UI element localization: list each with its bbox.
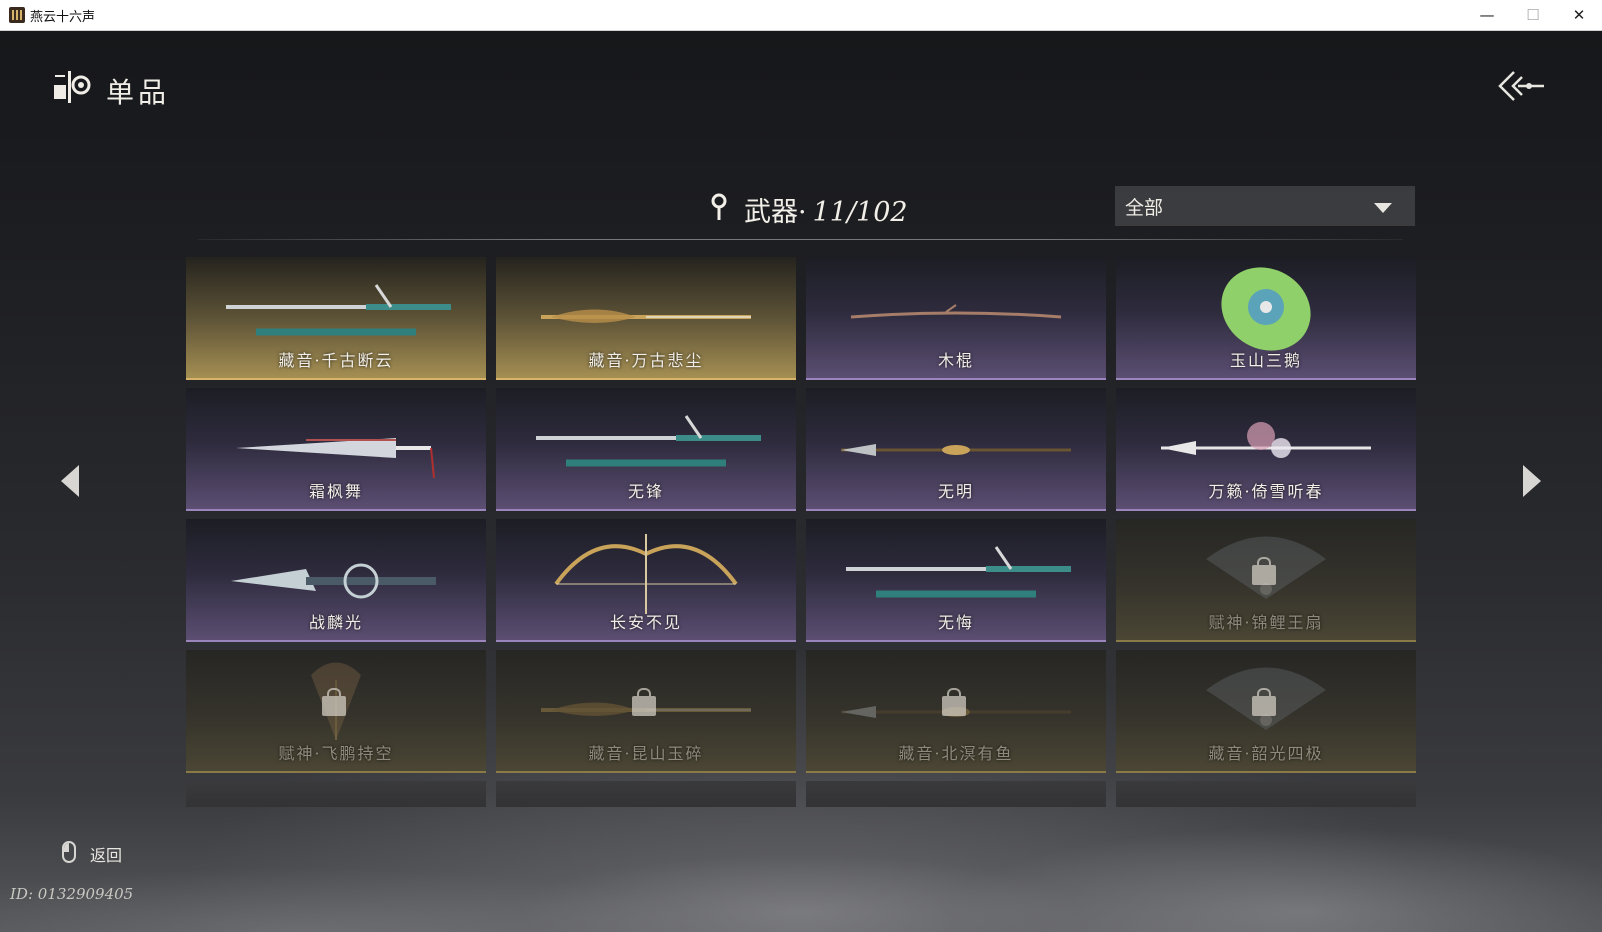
item-name: 无锋 [627,482,664,501]
item-card[interactable]: 无悔 [806,519,1106,642]
category-divider [198,239,1403,240]
arrow-left-icon[interactable] [61,465,79,497]
weapon-image [536,415,761,467]
lock-icon [942,688,966,716]
lock-icon [322,688,346,716]
item-name: 玉山三鹅 [1229,351,1302,370]
arrow-right-icon[interactable] [1523,465,1541,497]
item-card[interactable]: 无明 [806,388,1106,511]
app-icon [9,7,25,23]
lock-icon [632,688,656,716]
item-card[interactable]: 万籁·倚雪听春 [1116,388,1416,511]
item-name: 赋神·锦鲤王扇 [1208,613,1324,632]
weapon-image [846,546,1071,598]
item-card[interactable]: 藏音·韶光四极 [1116,650,1416,773]
category-count: 11/102 [812,197,908,228]
mouse-left-click-icon [62,841,76,863]
item-name: 藏音·万古悲尘 [588,351,704,370]
item-name: 霜枫舞 [308,482,363,501]
weapon-image [1161,422,1371,458]
minimize-button[interactable]: — [1464,0,1510,30]
filter-selected-value: 全部 [1125,197,1164,219]
item-card[interactable]: 无锋 [496,388,796,511]
item-name: 无悔 [937,613,974,632]
window-titlebar: 燕云十六声 — ☐ ✕ [0,0,1602,31]
location-pin-icon [711,193,727,220]
weapon-image [841,444,1071,456]
filter-dropdown[interactable]: 全部 [1115,186,1415,226]
user-id: ID: 0132909405 [10,885,134,903]
item-name: 无明 [937,482,974,501]
back-label: 返回 [90,846,123,865]
item-name: 藏音·千古断云 [278,351,394,370]
game-viewport: 单品 武器· 11/102 全部 藏音·千古断云 藏音·万古悲尘 木棍 玉山三鹅 霜枫舞无… [0,31,1602,932]
item-card[interactable]: 玉山三鹅 [1116,257,1416,380]
item-card[interactable]: 藏音·昆山玉碎 [496,650,796,773]
item-card[interactable]: 藏音·千古断云 [186,257,486,380]
category-separator: · [798,197,807,228]
item-name: 藏音·昆山玉碎 [588,744,704,763]
close-button[interactable]: ✕ [1556,0,1602,30]
weapon-image [850,304,1062,319]
item-card[interactable]: 木棍 [806,257,1106,380]
collection-icon [54,71,91,103]
item-name: 藏音·北溟有鱼 [898,744,1014,763]
item-card[interactable]: 赋神·锦鲤王扇 [1116,519,1416,642]
item-card-partial[interactable] [186,781,486,807]
item-card-partial[interactable] [1116,781,1416,807]
weapon-image [541,309,751,323]
triple-chevron-left-icon[interactable] [1496,69,1546,103]
weapon-image [236,438,435,479]
category-label-group: 武器· 11/102 [744,190,908,229]
item-card[interactable]: 霜枫舞 [186,388,486,511]
page-title: 单品 [106,76,171,109]
weapon-image [226,284,451,336]
lock-icon [1252,688,1276,716]
maximize-button[interactable]: ☐ [1510,0,1556,30]
item-name: 长安不见 [609,613,682,632]
item-card[interactable]: 长安不见 [496,519,796,642]
item-card[interactable]: 藏音·万古悲尘 [496,257,796,380]
dropdown-caret-icon [1374,203,1392,213]
item-name: 战麟光 [308,613,363,632]
weapon-image [554,534,738,614]
window-title: 燕云十六声 [30,10,96,25]
item-name: 藏音·韶光四极 [1208,744,1324,763]
item-card[interactable]: 赋神·飞鹏持空 [186,650,486,773]
item-name: 赋神·飞鹏持空 [278,744,394,763]
item-name: 木棍 [937,351,974,370]
weapon-image [231,563,436,599]
item-card-partial[interactable] [806,781,1106,807]
item-name: 万籁·倚雪听春 [1208,482,1324,501]
item-card[interactable]: 藏音·北溟有鱼 [806,650,1106,773]
weapon-image [1221,267,1311,351]
item-card[interactable]: 战麟光 [186,519,486,642]
category-label: 武器 [744,197,798,228]
lock-icon [1252,557,1276,585]
item-card-partial[interactable] [496,781,796,807]
